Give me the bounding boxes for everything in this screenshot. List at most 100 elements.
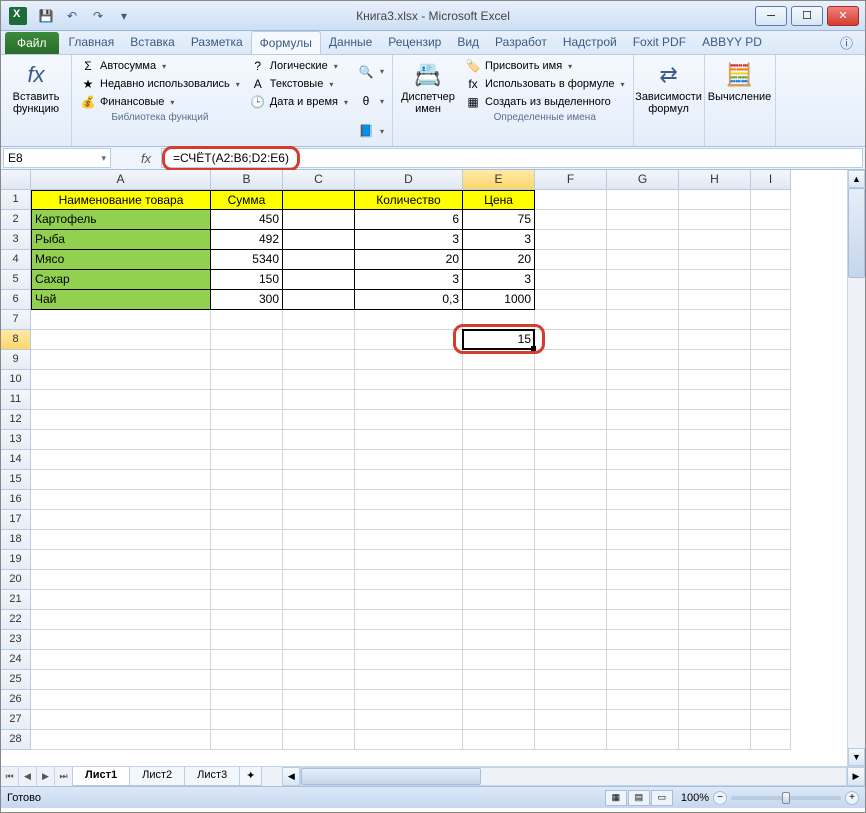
row-header-9[interactable]: 9 (1, 350, 31, 370)
row-header-4[interactable]: 4 (1, 250, 31, 270)
cell-B14[interactable] (211, 450, 283, 470)
fx-button[interactable]: fx (137, 151, 155, 166)
cell-H22[interactable] (679, 610, 751, 630)
cell-B15[interactable] (211, 470, 283, 490)
cell-B20[interactable] (211, 570, 283, 590)
row-header-25[interactable]: 25 (1, 670, 31, 690)
cell-F15[interactable] (535, 470, 607, 490)
cell-G28[interactable] (607, 730, 679, 750)
cell-B19[interactable] (211, 550, 283, 570)
select-all-corner[interactable] (1, 170, 31, 190)
cell-H8[interactable] (679, 330, 751, 350)
sheet-nav-next[interactable]: ▶ (37, 767, 55, 786)
cell-H27[interactable] (679, 710, 751, 730)
cell-E4[interactable]: 20 (463, 250, 535, 270)
vertical-scrollbar[interactable]: ▲ ▼ (847, 170, 865, 766)
cell-B3[interactable]: 492 (211, 230, 283, 250)
cell-D11[interactable] (355, 390, 463, 410)
cell-B1[interactable]: Сумма (211, 190, 283, 210)
cell-C11[interactable] (283, 390, 355, 410)
ribbon-tab-10[interactable]: ABBYY PD (694, 31, 770, 54)
cell-A24[interactable] (31, 650, 211, 670)
cell-A27[interactable] (31, 710, 211, 730)
cell-F12[interactable] (535, 410, 607, 430)
row-header-8[interactable]: 8 (1, 330, 31, 350)
ribbon-tab-6[interactable]: Вид (449, 31, 487, 54)
scroll-down-button[interactable]: ▼ (848, 748, 865, 766)
col-header-F[interactable]: F (535, 170, 607, 190)
zoom-slider-thumb[interactable] (782, 792, 790, 804)
cell-I16[interactable] (751, 490, 791, 510)
cell-G3[interactable] (607, 230, 679, 250)
cell-C16[interactable] (283, 490, 355, 510)
name-box[interactable]: E8 ▾ (3, 148, 111, 168)
cell-D13[interactable] (355, 430, 463, 450)
cell-H21[interactable] (679, 590, 751, 610)
autosum-button[interactable]: ΣАвтосумма▾ (78, 57, 242, 75)
cell-H2[interactable] (679, 210, 751, 230)
cell-F4[interactable] (535, 250, 607, 270)
cell-I10[interactable] (751, 370, 791, 390)
cell-A8[interactable] (31, 330, 211, 350)
cell-G23[interactable] (607, 630, 679, 650)
cell-B23[interactable] (211, 630, 283, 650)
cell-E23[interactable] (463, 630, 535, 650)
qat-undo[interactable]: ↶ (61, 5, 83, 27)
cell-B16[interactable] (211, 490, 283, 510)
sheet-tab-0[interactable]: Лист1 (72, 767, 130, 786)
cell-F9[interactable] (535, 350, 607, 370)
cell-H7[interactable] (679, 310, 751, 330)
cell-H28[interactable] (679, 730, 751, 750)
row-header-15[interactable]: 15 (1, 470, 31, 490)
cell-H19[interactable] (679, 550, 751, 570)
cell-H10[interactable] (679, 370, 751, 390)
cell-A19[interactable] (31, 550, 211, 570)
cell-I23[interactable] (751, 630, 791, 650)
cell-B6[interactable]: 300 (211, 290, 283, 310)
cell-E5[interactable]: 3 (463, 270, 535, 290)
cell-F18[interactable] (535, 530, 607, 550)
cell-E27[interactable] (463, 710, 535, 730)
cell-E20[interactable] (463, 570, 535, 590)
cell-B9[interactable] (211, 350, 283, 370)
cell-D14[interactable] (355, 450, 463, 470)
cell-E15[interactable] (463, 470, 535, 490)
cell-I27[interactable] (751, 710, 791, 730)
cell-F16[interactable] (535, 490, 607, 510)
scroll-thumb-horizontal[interactable] (301, 768, 481, 785)
cell-B27[interactable] (211, 710, 283, 730)
cell-H11[interactable] (679, 390, 751, 410)
datetime-button[interactable]: 🕒Дата и время▾ (248, 93, 350, 111)
cell-G24[interactable] (607, 650, 679, 670)
cell-B8[interactable] (211, 330, 283, 350)
cell-E8[interactable]: 15 (463, 330, 535, 350)
cell-F28[interactable] (535, 730, 607, 750)
cell-G16[interactable] (607, 490, 679, 510)
cell-F26[interactable] (535, 690, 607, 710)
cell-A11[interactable] (31, 390, 211, 410)
row-header-20[interactable]: 20 (1, 570, 31, 590)
scroll-up-button[interactable]: ▲ (848, 170, 865, 188)
cell-D28[interactable] (355, 730, 463, 750)
cell-H3[interactable] (679, 230, 751, 250)
ribbon-tab-2[interactable]: Разметка (183, 31, 251, 54)
cell-F24[interactable] (535, 650, 607, 670)
zoom-slider[interactable] (731, 796, 841, 800)
page-layout-view-button[interactable]: ▤ (628, 790, 650, 806)
cell-H24[interactable] (679, 650, 751, 670)
cell-C7[interactable] (283, 310, 355, 330)
cell-B28[interactable] (211, 730, 283, 750)
row-header-6[interactable]: 6 (1, 290, 31, 310)
cell-H5[interactable] (679, 270, 751, 290)
cell-C4[interactable] (283, 250, 355, 270)
cell-I2[interactable] (751, 210, 791, 230)
cell-E1[interactable]: Цена (463, 190, 535, 210)
row-header-11[interactable]: 11 (1, 390, 31, 410)
row-header-2[interactable]: 2 (1, 210, 31, 230)
row-header-23[interactable]: 23 (1, 630, 31, 650)
cell-I7[interactable] (751, 310, 791, 330)
cell-H17[interactable] (679, 510, 751, 530)
cell-B22[interactable] (211, 610, 283, 630)
cell-C23[interactable] (283, 630, 355, 650)
cell-I26[interactable] (751, 690, 791, 710)
